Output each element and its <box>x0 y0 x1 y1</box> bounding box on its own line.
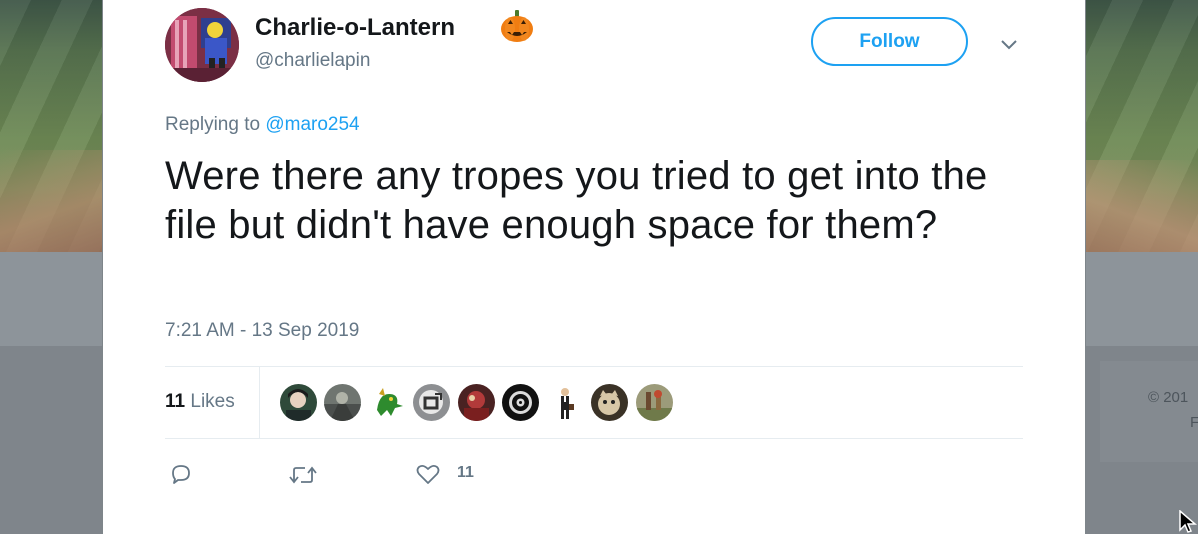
stats-divider-bottom <box>165 438 1023 439</box>
jack-o-lantern-icon <box>501 10 533 42</box>
tweet-card: Charlie-o-Lantern @charlielapin Follow R… <box>102 0 1086 534</box>
author-handle[interactable]: @charlielapin <box>255 50 370 72</box>
replying-prefix: Replying to <box>165 114 261 135</box>
liker-avatar[interactable] <box>547 384 584 421</box>
liker-avatar[interactable] <box>458 384 495 421</box>
liker-avatar[interactable] <box>369 384 406 421</box>
liker-avatar[interactable] <box>413 384 450 421</box>
background-infield-left <box>0 150 102 252</box>
liker-avatar[interactable] <box>324 384 361 421</box>
mouse-cursor-icon <box>1179 510 1198 533</box>
liker-avatar[interactable] <box>502 384 539 421</box>
replying-to-link[interactable]: @maro254 <box>265 114 359 135</box>
background-infield-right <box>1084 160 1198 252</box>
author-name[interactable]: Charlie-o-Lantern <box>255 14 455 42</box>
side-footer-card: © 201 F <box>1100 361 1198 462</box>
liker-avatar[interactable] <box>636 384 673 421</box>
footer-copyright: © 201 <box>1148 389 1189 406</box>
heart-icon[interactable] <box>415 462 441 486</box>
chevron-down-icon[interactable] <box>999 36 1019 52</box>
reply-bubble-icon[interactable] <box>169 462 193 486</box>
like-count[interactable]: 11 <box>457 464 474 482</box>
likes-label: Likes <box>190 391 235 412</box>
liker-avatar[interactable] <box>591 384 628 421</box>
author-avatar[interactable] <box>165 8 239 82</box>
follow-button[interactable]: Follow <box>811 17 968 66</box>
avatar-image <box>165 8 239 82</box>
tweet-text: Were there any tropes you tried to get i… <box>165 154 988 247</box>
footer-fragment: F <box>1190 414 1198 431</box>
replying-to-line: Replying to @maro254 <box>165 114 360 136</box>
liker-avatar[interactable] <box>280 384 317 421</box>
likes-stat[interactable]: 11 Likes <box>165 391 235 413</box>
retweet-icon[interactable] <box>288 463 318 487</box>
stats-divider-top <box>165 366 1023 367</box>
tweet-timestamp[interactable]: 7:21 AM - 13 Sep 2019 <box>165 320 359 342</box>
likes-count: 11 <box>165 391 186 412</box>
stats-divider-vertical <box>259 367 260 438</box>
